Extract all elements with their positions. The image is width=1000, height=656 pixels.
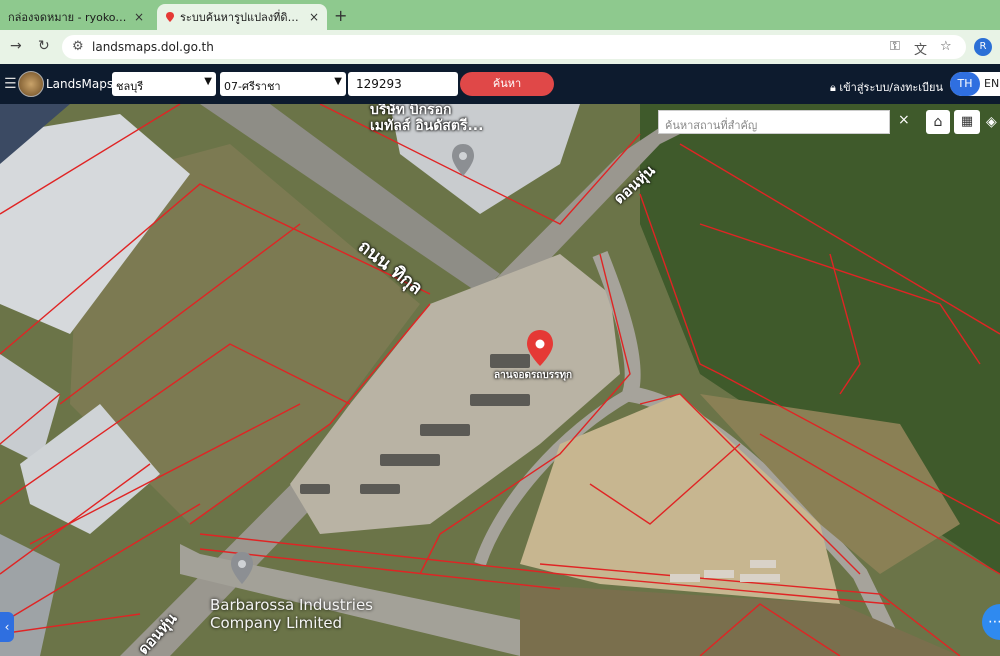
profile-avatar[interactable]: R [974,38,992,56]
login-label: เข้าสู่ระบบ/ลงทะเบียน [839,81,943,94]
reload-icon[interactable]: ↻ [38,38,50,54]
lang-th-button[interactable]: TH [950,72,980,96]
company-label-line: Company Limited [210,614,343,632]
lang-en-button[interactable]: EN [984,72,999,96]
dol-logo [18,71,44,97]
map-pin-icon [166,12,174,22]
login-link[interactable]: 🔒︎ เข้าสู่ระบบ/ลงทะเบียน [830,78,943,96]
company-label-line: Barbarossa Industries [210,596,374,614]
province-value: ชลบุรี [116,80,144,93]
district-value: 07-ศรีราชา [224,80,281,93]
district-select[interactable]: 07-ศรีราชา ▼ [220,72,346,96]
lock-icon: 🔒︎ [830,81,836,94]
company-label-bottom: Barbarossa Industries Company Limited [210,596,373,632]
url-field[interactable]: ⚙ landsmaps.dol.go.th ⚿ 文 ☆ [62,35,966,59]
place-search-input[interactable]: ค้นหาสถานที่สำคัญ [658,110,890,134]
province-select[interactable]: ชลบุรี ▼ [112,72,216,96]
tab-title: ระบบค้นหารูปแปลงที่ดิน (Landsl [180,11,303,24]
chevron-left-icon: ‹ [4,620,10,634]
home-icon[interactable]: ⌂ [926,110,950,134]
tab-mail[interactable]: กล่องจดหมาย - ryoko.transpo × [0,4,152,30]
collapse-panel-button[interactable]: ‹ [0,612,14,642]
search-button[interactable]: ค้นหา [460,72,554,96]
menu-icon[interactable]: ☰ [4,76,17,92]
company-label-line: เมทัลส์ อินดัสตรี... [370,118,484,134]
bookmark-star-icon[interactable]: ☆ [940,39,952,54]
layers-icon[interactable]: ◈ [986,110,1000,134]
address-bar: → ↻ ⚙ landsmaps.dol.go.th ⚿ 文 ☆ [0,30,1000,64]
password-icon[interactable]: ⚿ [890,39,900,54]
satellite-map[interactable]: บริษัท บิ๊กรอก เมทัลส์ อินดัสตรี... ถนน … [0,104,1000,656]
close-tab-icon[interactable]: × [309,10,319,24]
chevron-down-icon: ▼ [204,76,212,87]
grid-icon[interactable]: ▦ [954,110,980,134]
site-settings-icon[interactable]: ⚙ [72,39,84,54]
tab-title: กล่องจดหมาย - ryoko.transpo [8,11,128,24]
dots-icon: ⋯ [988,614,1000,630]
browser-tab-bar: กล่องจดหมาย - ryoko.transpo × ระบบค้นหาร… [0,0,1000,30]
brand-name: LandsMaps [46,77,114,91]
app-header: ☰ LandsMaps ชลบุรี ▼ 07-ศรีราชา ▼ 129293… [0,64,1000,104]
marker-label: ลานจอดรถบรรทุก [494,370,573,381]
close-icon[interactable]: × [898,112,910,128]
translate-icon[interactable]: 文 [914,39,927,58]
new-tab-button[interactable]: + [334,6,347,25]
company-label-top: บริษัท บิ๊กรอก เมทัลส์ อินดัสตรี... [370,104,483,134]
company-label-line: บริษัท บิ๊กรอก [370,104,452,118]
url-text: landsmaps.dol.go.th [92,40,214,54]
language-toggle: TH EN [950,72,1000,96]
forward-icon[interactable]: → [10,38,22,54]
chevron-down-icon: ▼ [334,76,342,87]
tab-landsmaps[interactable]: ระบบค้นหารูปแปลงที่ดิน (Landsl × [157,4,327,30]
parcel-number-input[interactable]: 129293 [348,72,458,96]
close-tab-icon[interactable]: × [134,10,144,24]
